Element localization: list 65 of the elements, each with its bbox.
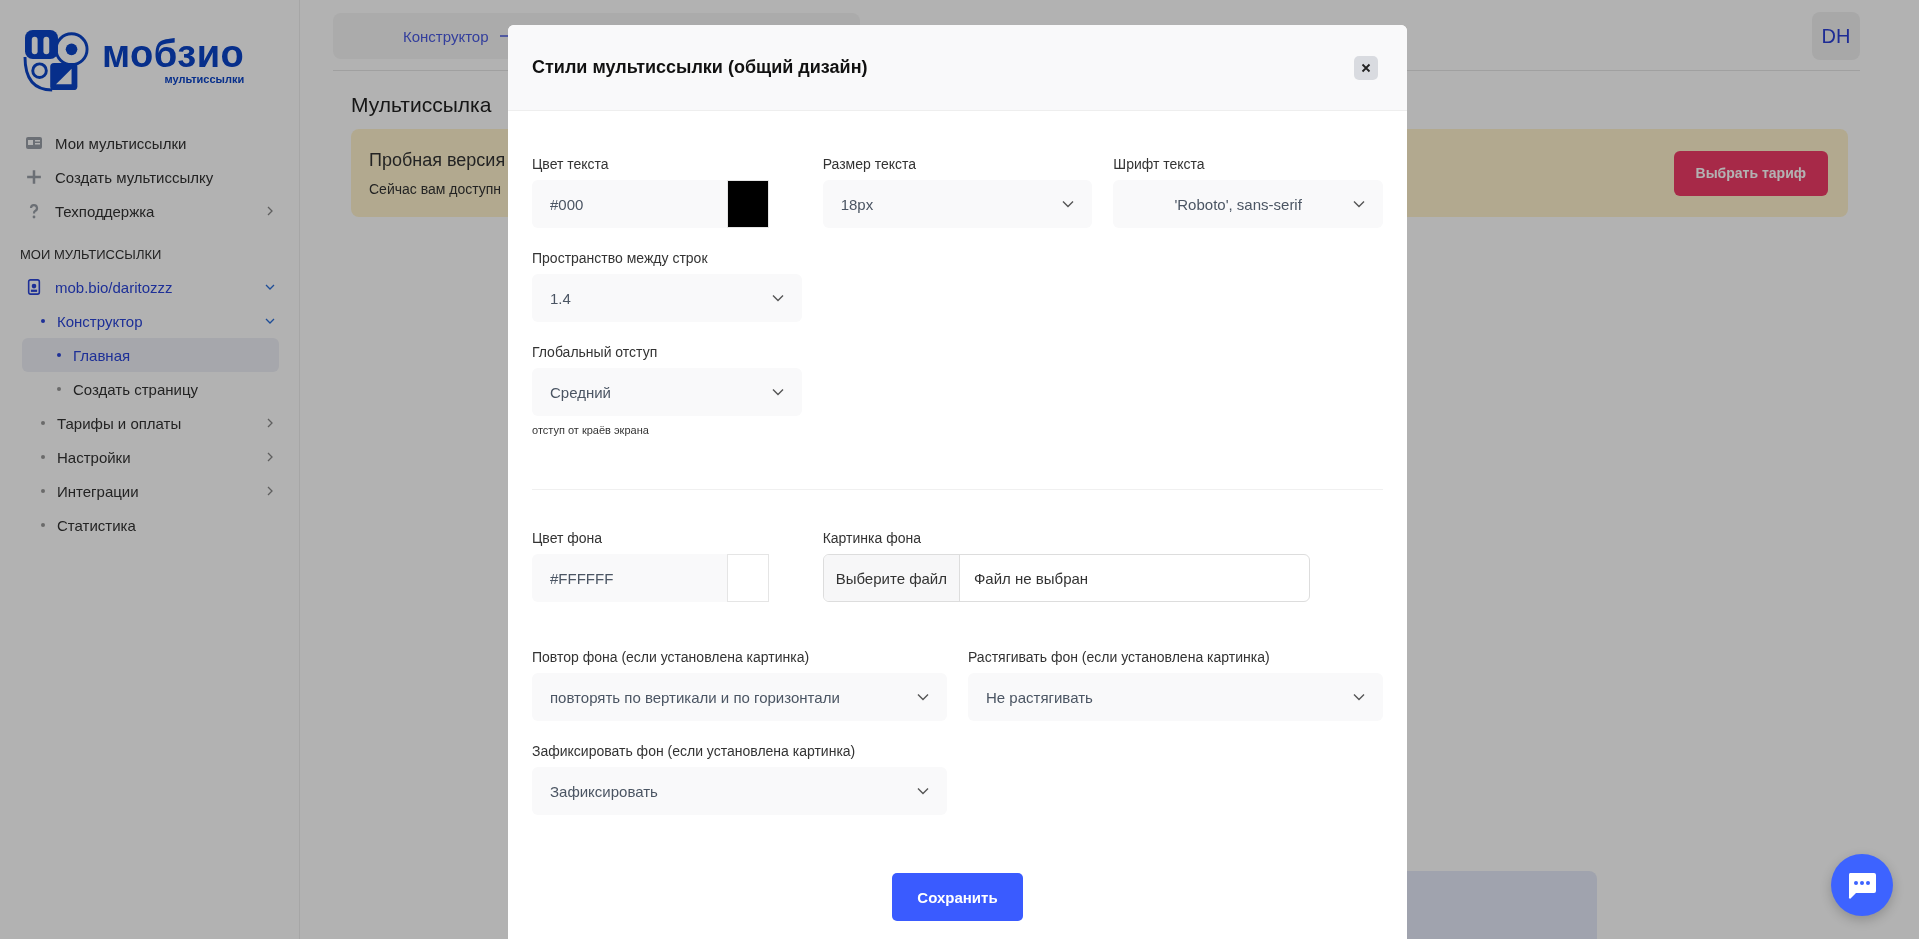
chevron-icon <box>265 452 275 462</box>
color-swatch[interactable] <box>727 180 769 228</box>
select-field[interactable]: повторять по вертикали и по горизонтали <box>532 673 947 721</box>
field-label: Цвет текста <box>532 156 610 172</box>
field-label: Зафиксировать фон (если установлена картинка) <box>532 743 857 759</box>
field-label: Пространство между строк <box>532 250 709 266</box>
field-label: Картинка фона <box>822 530 922 546</box>
chevron-icon <box>265 316 275 326</box>
site-item[interactable]: mob.bio/daritozzz <box>20 270 279 304</box>
user-avatar[interactable]: DH <box>1812 12 1860 60</box>
trial-title: Пробная версия <box>369 149 506 171</box>
breadcrumb-link[interactable]: Конструктор <box>403 27 489 45</box>
sidebar-item[interactable]: Настройки <box>20 440 279 474</box>
field-label: Шрифт текста <box>1113 156 1206 172</box>
field-hint: отступ от краёв экрана <box>532 424 650 436</box>
sidebar-item[interactable]: Главная <box>22 338 279 372</box>
sidebar-item[interactable]: Интеграции <box>20 474 279 508</box>
modal-title: Стили мультиссылки (общий дизайн) <box>532 57 868 78</box>
chevron-icon <box>265 418 275 428</box>
select-field[interactable]: Зафиксировать <box>532 767 947 815</box>
chat-button[interactable] <box>1831 854 1893 916</box>
color-swatch[interactable] <box>727 554 769 602</box>
field-label: Растягивать фон (если установлена картинка) <box>968 649 1271 665</box>
field-label: Глобальный отступ <box>532 344 659 360</box>
sidebar-item[interactable]: Статистика <box>20 508 279 542</box>
close-button[interactable] <box>1354 55 1378 80</box>
sidebar-item[interactable]: Конструктор <box>20 304 279 338</box>
select-field[interactable]: 18px <box>822 180 1093 228</box>
select-field[interactable]: Средний <box>532 368 802 416</box>
id-card-icon <box>26 135 42 151</box>
field-label: Повтор фона (если установлена картинка) <box>532 649 811 665</box>
section-title: МОИ МУЛЬТИССЫЛКИ <box>20 247 163 262</box>
select-field[interactable]: 1.4 <box>532 274 802 322</box>
color-input[interactable]: #FFFFFF <box>532 554 727 602</box>
sidebar-item[interactable]: Создать страницу <box>22 372 279 406</box>
close-icon <box>1361 62 1371 73</box>
chevron-down-icon <box>917 787 929 795</box>
sidebar-item[interactable]: Техподдержка <box>20 194 279 228</box>
chevron-icon <box>265 282 275 292</box>
trial-text: Сейчас вам доступн <box>369 180 503 197</box>
sidebar-item[interactable]: Создать мультиссылку <box>20 160 279 194</box>
choose-file-button[interactable]: Выберите файл <box>823 555 960 601</box>
sidebar-item[interactable]: Мои мультиссылки <box>20 126 279 160</box>
page-title: Мультиссылка <box>351 93 492 117</box>
field-label: Цвет фона <box>532 530 604 546</box>
sidebar-item[interactable]: Тарифы и оплаты <box>20 406 279 440</box>
plus-icon <box>26 169 42 185</box>
chevron-down-icon <box>771 294 784 302</box>
logo-tagline: мультиссылки <box>164 73 245 85</box>
chevron-down-icon <box>917 693 929 701</box>
color-input[interactable]: #000 <box>532 180 727 228</box>
chevron-icon <box>265 206 275 216</box>
chevron-icon <box>265 486 275 496</box>
badge-icon <box>26 279 42 295</box>
save-button[interactable]: Сохранить <box>892 873 1023 921</box>
file-status: Файл не выбран <box>972 568 1090 589</box>
select-field[interactable]: 'Roboto', sans-serif <box>1113 180 1383 228</box>
chevron-down-icon <box>1353 200 1365 208</box>
file-input[interactable]: Выберите файл Файл не выбран <box>822 554 1310 602</box>
select-field[interactable]: Не растягивать <box>968 673 1383 721</box>
chevron-down-icon <box>771 388 784 396</box>
chevron-down-icon <box>1062 200 1075 208</box>
chevron-down-icon <box>1353 693 1365 701</box>
field-label: Размер текста <box>822 156 918 172</box>
logo-name: мобзио <box>102 35 245 73</box>
